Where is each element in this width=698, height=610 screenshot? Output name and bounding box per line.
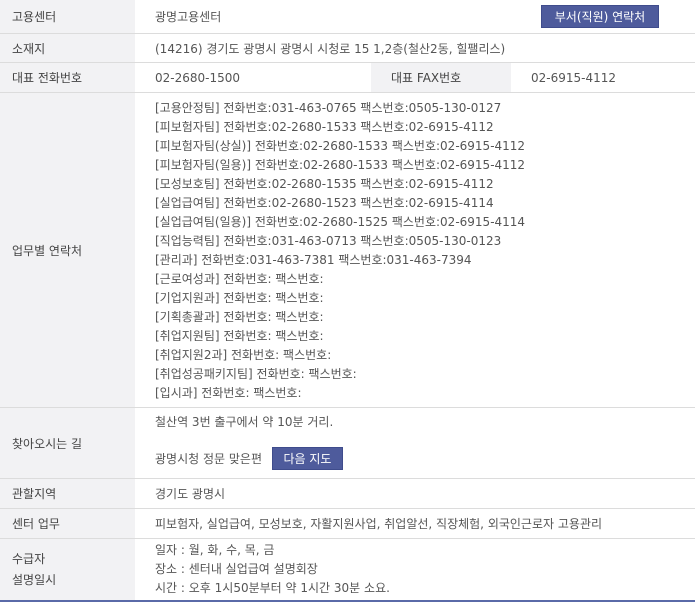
staff-contact-button[interactable]: 부서(직원) 연락처 bbox=[541, 5, 659, 28]
schedule-label: 수급자 설명일시 bbox=[0, 539, 135, 600]
directions-label: 찾아오시는 길 bbox=[0, 408, 135, 478]
contact-line: [실업급여팀(일용)] 전화번호:02-2680-1525 팩스번호:02-69… bbox=[155, 215, 526, 229]
contacts-list: [고용안정팀] 전화번호:031-463-0765 팩스번호:0505-130-… bbox=[135, 93, 525, 407]
center-info-table: 고용센터 광명고용센터 부서(직원) 연락처 소재지 (14216) 경기도 광… bbox=[0, 0, 695, 602]
directions-landmark-line: 광명시청 정문 맞은편 다음 지도 bbox=[155, 447, 343, 470]
schedule-label-line1: 수급자 bbox=[12, 551, 46, 566]
contact-line: [근로여성과] 전화번호: 팩스번호: bbox=[155, 272, 324, 286]
center-name: 광명고용센터 bbox=[155, 10, 222, 24]
directions-cell: 철산역 3번 출구에서 약 10분 거리. 광명시청 정문 맞은편 다음 지도 bbox=[135, 408, 343, 478]
row-phone: 대표 전화번호 02-2680-1500 대표 FAX번호 02-6915-41… bbox=[0, 62, 695, 92]
location-value: (14216) 경기도 광명시 광명시 시청로 15 1,2층(철산2동, 힐팰… bbox=[155, 41, 506, 56]
contact-line: [취업지원2과] 전화번호: 팩스번호: bbox=[155, 348, 332, 362]
contact-line: [기업지원과] 전화번호: 팩스번호: bbox=[155, 291, 324, 305]
row-jurisdiction: 관할지역 경기도 광명시 bbox=[0, 478, 695, 508]
contact-line: [취업성공패키지팀] 전화번호: 팩스번호: bbox=[155, 367, 357, 381]
row-directions: 찾아오시는 길 철산역 3번 출구에서 약 10분 거리. 광명시청 정문 맞은… bbox=[0, 407, 695, 478]
contact-line: [피보험자팀(상실)] 전화번호:02-2680-1533 팩스번호:02-69… bbox=[155, 139, 526, 153]
row-services: 센터 업무 피보험자, 실업급여, 모성보호, 자활지원사업, 취업알선, 직장… bbox=[0, 508, 695, 538]
contact-line: [모성보호팀] 전화번호:02-2680-1535 팩스번호:02-6915-4… bbox=[155, 177, 494, 191]
row-contacts: 업무별 연락처 [고용안정팀] 전화번호:031-463-0765 팩스번호:0… bbox=[0, 92, 695, 407]
services-value: 피보험자, 실업급여, 모성보호, 자활지원사업, 취업알선, 직장체험, 외국… bbox=[155, 517, 603, 531]
directions-landmark: 광명시청 정문 맞은편 bbox=[155, 452, 262, 466]
center-label: 고용센터 bbox=[0, 0, 135, 33]
schedule-details: 일자 : 월, 화, 수, 목, 금 장소 : 센터내 실업급여 설명회장 시간… bbox=[135, 539, 390, 600]
contact-line: [취업지원팀] 전화번호: 팩스번호: bbox=[155, 329, 324, 343]
jurisdiction-label: 관할지역 bbox=[0, 479, 135, 508]
daum-map-button[interactable]: 다음 지도 bbox=[272, 447, 343, 470]
contact-line: [직업능력팀] 전화번호:031-463-0713 팩스번호:0505-130-… bbox=[155, 234, 502, 248]
schedule-days: 일자 : 월, 화, 수, 목, 금 bbox=[155, 543, 275, 557]
schedule-place: 장소 : 센터내 실업급여 설명회장 bbox=[155, 562, 318, 576]
contact-line: [기획총괄과] 전화번호: 팩스번호: bbox=[155, 310, 324, 324]
phone-value: 02-2680-1500 bbox=[155, 70, 241, 85]
row-location: 소재지 (14216) 경기도 광명시 광명시 시청로 15 1,2층(철산2동… bbox=[0, 33, 695, 62]
location-label: 소재지 bbox=[0, 34, 135, 62]
schedule-label-line2: 설명일시 bbox=[12, 572, 57, 587]
row-schedule: 수급자 설명일시 일자 : 월, 화, 수, 목, 금 장소 : 센터내 실업급… bbox=[0, 538, 695, 600]
services-label: 센터 업무 bbox=[0, 509, 135, 538]
contact-line: [입시과] 전화번호: 팩스번호: bbox=[155, 386, 302, 400]
fax-label: 대표 FAX번호 bbox=[371, 63, 511, 92]
contact-line: [관리과] 전화번호:031-463-7381 팩스번호:031-463-739… bbox=[155, 253, 472, 267]
fax-value: 02-6915-4112 bbox=[531, 70, 617, 85]
contact-line: [실업급여팀] 전화번호:02-2680-1523 팩스번호:02-6915-4… bbox=[155, 196, 494, 210]
contact-line: [고용안정팀] 전화번호:031-463-0765 팩스번호:0505-130-… bbox=[155, 101, 502, 115]
contact-line: [피보험자팀(일용)] 전화번호:02-2680-1533 팩스번호:02-69… bbox=[155, 158, 526, 172]
schedule-time: 시간 : 오후 1시50분부터 약 1시간 30분 소요. bbox=[155, 581, 390, 595]
directions-text: 철산역 3번 출구에서 약 10분 거리. bbox=[155, 415, 334, 429]
contacts-label: 업무별 연락처 bbox=[0, 93, 135, 407]
jurisdiction-value: 경기도 광명시 bbox=[155, 487, 226, 501]
contact-line: [피보험자팀] 전화번호:02-2680-1533 팩스번호:02-6915-4… bbox=[155, 120, 494, 134]
row-center: 고용센터 광명고용센터 부서(직원) 연락처 bbox=[0, 0, 695, 33]
center-cell: 광명고용센터 부서(직원) 연락처 bbox=[135, 0, 695, 33]
phone-label: 대표 전화번호 bbox=[0, 63, 135, 92]
